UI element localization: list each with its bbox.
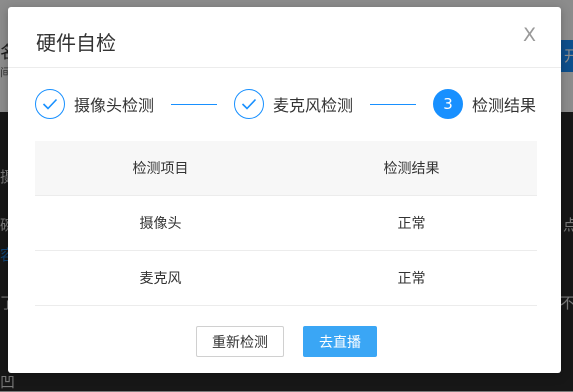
- close-icon[interactable]: X: [523, 25, 536, 45]
- go-live-button[interactable]: 去直播: [303, 326, 377, 357]
- table-cell: 摄像头: [139, 216, 182, 232]
- checkmark-icon: [234, 89, 264, 119]
- checkmark-icon: [35, 89, 65, 119]
- retest-button[interactable]: 重新检测: [196, 326, 284, 357]
- table-cell: 正常: [397, 271, 426, 287]
- step-camera-check: 摄像头检测: [35, 87, 154, 121]
- table-cell: 正常: [397, 216, 426, 232]
- dialog-divider: [8, 67, 561, 68]
- table-cell: 麦克风: [139, 271, 182, 287]
- column-header-item: 检测项目: [132, 161, 189, 177]
- step-connector: [171, 104, 217, 105]
- table-row: 麦克风 正常: [35, 251, 537, 306]
- column-header-result: 检测结果: [383, 161, 440, 177]
- step-label: 检测结果: [472, 96, 537, 115]
- table-header: 检测项目 检测结果: [35, 141, 537, 196]
- table-row: 摄像头 正常: [35, 196, 537, 251]
- step-label: 麦克风检测: [273, 96, 354, 115]
- result-table: 检测项目 检测结果 摄像头 正常 麦克风 正常: [35, 141, 537, 306]
- step-number-badge: 3: [433, 89, 463, 119]
- step-result: 3 检测结果: [433, 87, 536, 121]
- step-label: 摄像头检测: [74, 96, 155, 115]
- step-microphone-check: 麦克风检测: [234, 87, 353, 121]
- step-connector: [370, 104, 416, 105]
- dialog-title: 硬件自检: [36, 31, 116, 55]
- hardware-check-dialog: 硬件自检 X 摄像头检测 麦克风检测 3 检测结果 检测项目 检测结果 摄像头 …: [8, 7, 561, 373]
